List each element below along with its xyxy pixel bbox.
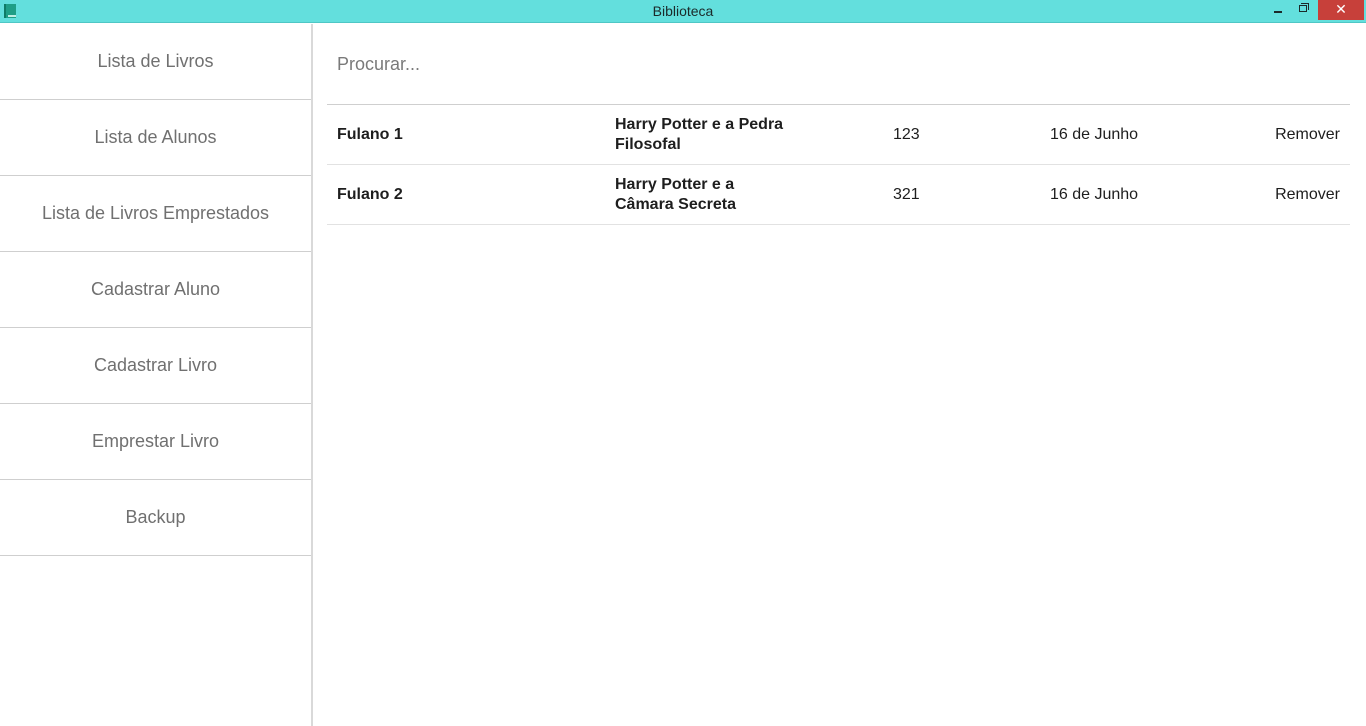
sidebar-item-label: Cadastrar Aluno bbox=[90, 279, 221, 299]
search-bar bbox=[327, 24, 1350, 105]
sidebar-item-backup[interactable]: Backup bbox=[0, 480, 311, 556]
book-title: Harry Potter e a Câmara Secreta bbox=[615, 175, 736, 213]
book-code: 123 bbox=[893, 125, 920, 143]
sidebar-item-lista-de-livros-emprestados[interactable]: Lista de Livros Emprestados bbox=[0, 176, 311, 252]
table-row: Fulano 1 Harry Potter e a Pedra Filosofa… bbox=[327, 105, 1350, 165]
sidebar-item-label: Cadastrar Livro bbox=[93, 355, 218, 375]
title-bar: Biblioteca ✕ bbox=[0, 0, 1366, 23]
sidebar-item-label: Lista de Livros bbox=[97, 51, 214, 71]
sidebar-item-emprestar-livro[interactable]: Emprestar Livro bbox=[0, 404, 311, 480]
sidebar-item-lista-de-alunos[interactable]: Lista de Alunos bbox=[0, 100, 311, 176]
close-button[interactable]: ✕ bbox=[1318, 0, 1364, 20]
main-content: Fulano 1 Harry Potter e a Pedra Filosofa… bbox=[327, 24, 1350, 225]
remove-button[interactable]: Remover bbox=[1275, 165, 1340, 224]
book-title: Harry Potter e a Pedra Filosofal bbox=[615, 115, 784, 153]
loan-date: 16 de Junho bbox=[1050, 125, 1139, 143]
sidebar-item-label: Backup bbox=[125, 507, 186, 527]
student-name: Fulano 1 bbox=[337, 125, 403, 143]
sidebar-item-cadastrar-livro[interactable]: Cadastrar Livro bbox=[0, 328, 311, 404]
sidebar-item-label: Lista de Livros Emprestados bbox=[41, 203, 270, 223]
maximize-button[interactable] bbox=[1291, 0, 1317, 20]
minimize-icon bbox=[1274, 11, 1282, 13]
student-name: Fulano 2 bbox=[337, 185, 403, 203]
restore-icon bbox=[1299, 3, 1309, 12]
book-code: 321 bbox=[893, 185, 920, 203]
remove-button[interactable]: Remover bbox=[1275, 105, 1340, 164]
sidebar-item-label: Emprestar Livro bbox=[91, 431, 220, 451]
table-row: Fulano 2 Harry Potter e a Câmara Secreta… bbox=[327, 165, 1350, 225]
sidebar-item-cadastrar-aluno[interactable]: Cadastrar Aluno bbox=[0, 252, 311, 328]
window-title: Biblioteca bbox=[652, 3, 714, 19]
close-icon: ✕ bbox=[1335, 1, 1347, 17]
sidebar: Lista de Livros Lista de Alunos Lista de… bbox=[0, 24, 313, 726]
loan-date: 16 de Junho bbox=[1050, 185, 1139, 203]
sidebar-item-label: Lista de Alunos bbox=[94, 127, 217, 147]
minimize-button[interactable] bbox=[1265, 0, 1291, 20]
search-input[interactable] bbox=[327, 52, 1350, 76]
sidebar-item-lista-de-livros[interactable]: Lista de Livros bbox=[0, 24, 311, 100]
